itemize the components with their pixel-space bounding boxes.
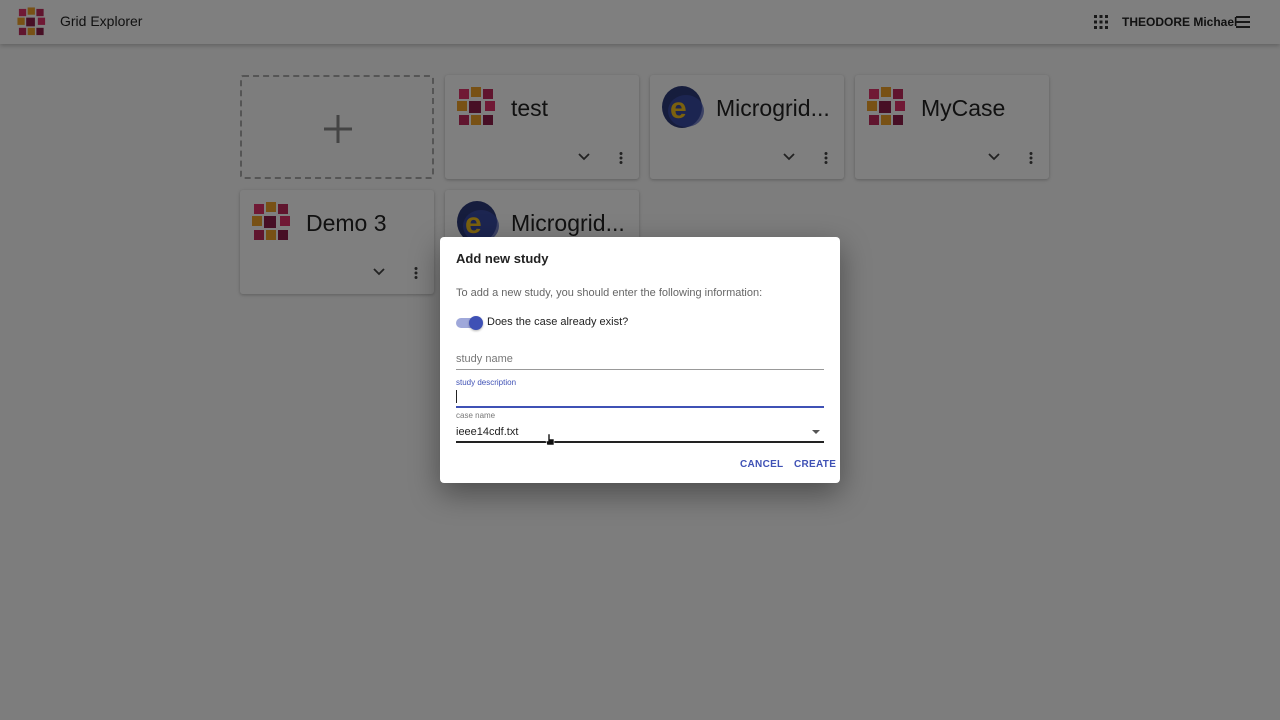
cancel-button[interactable]: CANCEL (740, 459, 783, 470)
case-name-label: case name (456, 411, 496, 420)
case-name-select[interactable]: case name ieee14cdf.txt (456, 410, 824, 443)
case-name-value: ieee14cdf.txt (456, 426, 519, 438)
dialog-title: Add new study (456, 251, 549, 266)
create-button[interactable]: CREATE (794, 459, 836, 470)
toggle-thumb (469, 316, 483, 330)
case-exists-label: Does the case already exist? (487, 316, 629, 328)
add-study-dialog: Add new study To add a new study, you sh… (440, 237, 840, 483)
study-description-label: study description (456, 378, 517, 387)
study-name-field[interactable]: study name (456, 350, 824, 370)
dialog-intro-text: To add a new study, you should enter the… (456, 287, 763, 299)
study-name-placeholder: study name (456, 353, 513, 365)
text-caret (456, 390, 457, 403)
case-exists-toggle[interactable] (456, 316, 483, 330)
dropdown-arrow-icon (812, 430, 820, 434)
study-description-field[interactable]: study description (456, 377, 824, 408)
mouse-cursor-icon (545, 434, 555, 446)
